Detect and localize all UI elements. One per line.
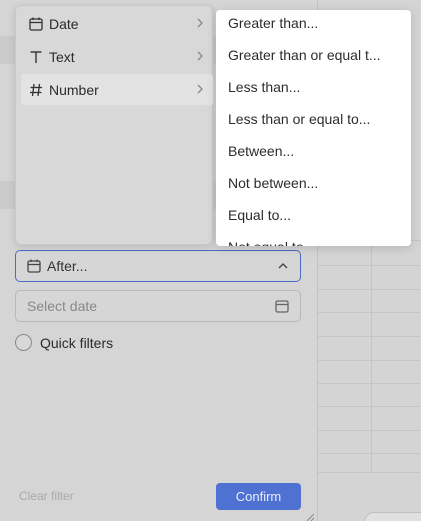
- condition-between[interactable]: Between...: [216, 135, 411, 167]
- calendar-icon: [27, 259, 41, 273]
- hash-icon: [29, 83, 43, 97]
- chevron-right-icon: [195, 82, 205, 98]
- field-type-menu: Date Text Number: [15, 5, 213, 245]
- type-menu-item-label: Date: [49, 15, 79, 32]
- chevron-up-icon: [277, 260, 289, 272]
- condition-less-than[interactable]: Less than...: [216, 71, 411, 103]
- grid-row-divider: [318, 453, 421, 454]
- type-menu-item-label: Text: [49, 48, 75, 65]
- sheet-tab[interactable]: [364, 512, 421, 521]
- calendar-icon: [29, 17, 43, 31]
- grid-row-divider: [318, 430, 421, 431]
- number-condition-submenu: Greater than... Greater than or equal t.…: [216, 10, 411, 246]
- grid-row-divider: [318, 383, 421, 384]
- quick-filters-option[interactable]: Quick filters: [15, 334, 113, 351]
- calendar-icon[interactable]: [275, 299, 289, 313]
- condition-dropdown[interactable]: After...: [15, 250, 301, 282]
- type-menu-item-number[interactable]: Number: [21, 74, 213, 105]
- condition-value: After...: [47, 258, 88, 274]
- type-menu-item-text[interactable]: Text: [21, 41, 213, 72]
- text-type-icon: [29, 50, 43, 64]
- date-placeholder: Select date: [27, 298, 98, 314]
- date-input[interactable]: Select date: [15, 290, 301, 322]
- grid-row-divider: [318, 265, 421, 266]
- clear-filter-button[interactable]: Clear filter: [19, 489, 74, 503]
- chevron-right-icon: [195, 49, 205, 65]
- grid-row-divider: [318, 472, 421, 473]
- grid-row-divider: [318, 360, 421, 361]
- screen: Pr After... Select date: [0, 0, 421, 521]
- condition-greater-than-or-equal[interactable]: Greater than or equal t...: [216, 39, 411, 71]
- resize-handle-icon[interactable]: [306, 509, 315, 521]
- grid-row-divider: [318, 312, 421, 313]
- grid-column-divider: [371, 240, 372, 472]
- condition-less-than-or-equal[interactable]: Less than or equal to...: [216, 103, 411, 135]
- condition-not-between[interactable]: Not between...: [216, 167, 411, 199]
- type-menu-item-date[interactable]: Date: [21, 8, 213, 39]
- grid-row-divider: [318, 406, 421, 407]
- quick-filters-label: Quick filters: [40, 334, 114, 351]
- confirm-button[interactable]: Confirm: [216, 483, 301, 510]
- grid-row-divider: [318, 289, 421, 290]
- condition-greater-than[interactable]: Greater than...: [216, 10, 411, 39]
- quick-filters-radio[interactable]: [15, 334, 32, 351]
- type-menu-item-label: Number: [49, 81, 99, 98]
- grid-row-divider: [318, 336, 421, 337]
- condition-equal-to[interactable]: Equal to...: [216, 199, 411, 231]
- condition-not-equal-to[interactable]: Not equal to...: [216, 231, 411, 246]
- chevron-right-icon: [195, 16, 205, 32]
